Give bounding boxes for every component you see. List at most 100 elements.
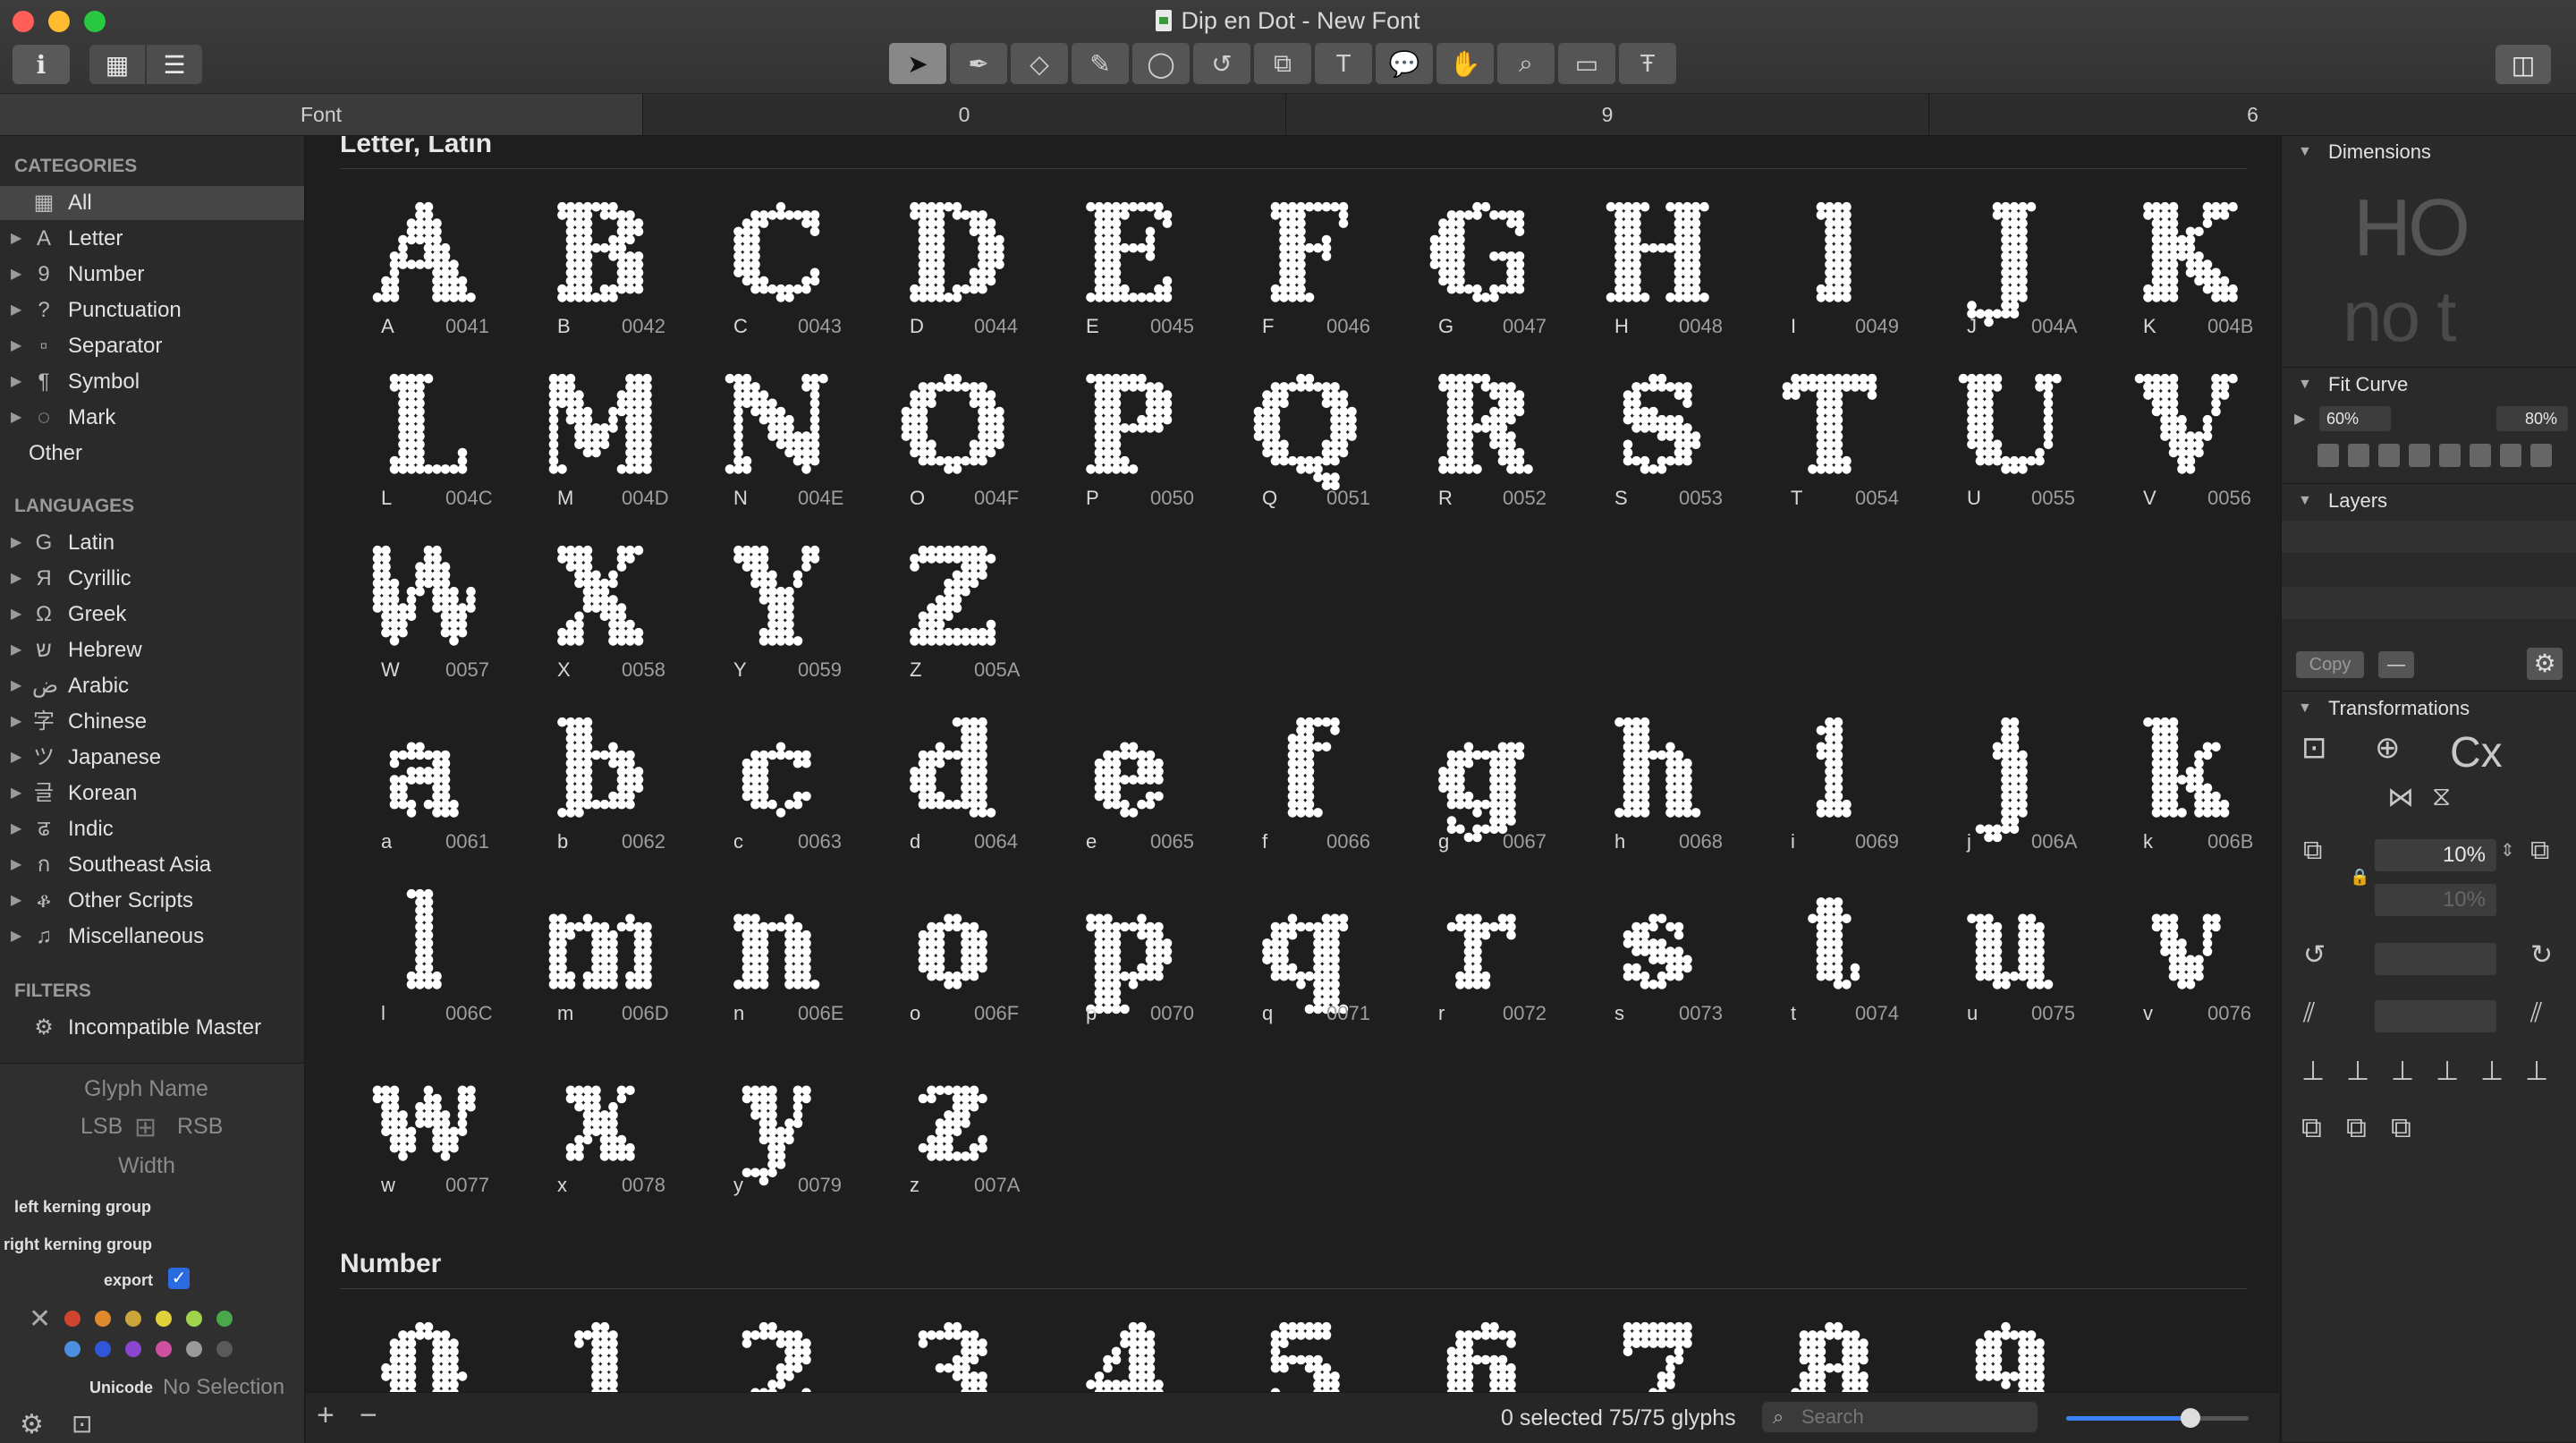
glyph-cell[interactable]: s 0073 bbox=[1573, 866, 1750, 1038]
glyph-cell[interactable]: p 0070 bbox=[1045, 866, 1221, 1038]
color-swatch[interactable] bbox=[186, 1341, 202, 1357]
glyph-cell[interactable]: r 0072 bbox=[1397, 866, 1573, 1038]
tab-6[interactable]: 6 bbox=[1929, 94, 2576, 135]
sidebar-item-all[interactable]: ▦ All bbox=[0, 186, 304, 220]
zoom-tool-button[interactable]: ⌕ bbox=[1497, 43, 1555, 84]
zoom-slider[interactable] bbox=[2066, 1408, 2249, 1428]
zoom-slider-knob[interactable] bbox=[2180, 1408, 2200, 1428]
scale-apply-icon[interactable]: ⧉ bbox=[2530, 836, 2549, 866]
glyph-cell[interactable]: c 0063 bbox=[692, 694, 869, 866]
disclosure-triangle-icon[interactable]: ▶ bbox=[11, 741, 21, 775]
glyph-cell[interactable]: E 0045 bbox=[1045, 179, 1221, 351]
disclosure-triangle-icon[interactable]: ▶ bbox=[11, 562, 21, 596]
slant-right-icon[interactable]: ⫽ bbox=[2530, 998, 2542, 1029]
glyph-cell[interactable]: m 006D bbox=[516, 866, 692, 1038]
glyph-name-field[interactable]: Glyph Name bbox=[84, 1076, 208, 1102]
glyph-cell[interactable]: X 0058 bbox=[516, 522, 692, 694]
slant-field[interactable] bbox=[2375, 1000, 2496, 1032]
export-checkbox[interactable]: ✓ bbox=[168, 1268, 190, 1289]
rotate-cw-icon[interactable]: ↻ bbox=[2530, 939, 2553, 971]
align-center-icon[interactable]: ⊥ bbox=[2346, 1056, 2369, 1087]
align-middle-icon[interactable]: ⊥ bbox=[2480, 1056, 2504, 1087]
glyph-cell[interactable]: 2 bbox=[692, 1299, 869, 1392]
glyph-cell[interactable]: K 004B bbox=[2102, 179, 2278, 351]
glyph-cell[interactable]: F 0046 bbox=[1221, 179, 1397, 351]
measure-tool-button[interactable]: ▭ bbox=[1558, 43, 1615, 84]
tab-0[interactable]: 0 bbox=[643, 94, 1286, 135]
glyph-cell[interactable]: 1 bbox=[516, 1299, 692, 1392]
glyph-cell[interactable]: n 006E bbox=[692, 866, 869, 1038]
color-swatch[interactable] bbox=[125, 1311, 141, 1327]
rsb-field[interactable]: RSB bbox=[177, 1114, 223, 1140]
sidebar-item-separator[interactable]: ▶ ▫ Separator bbox=[0, 329, 304, 363]
color-swatch[interactable] bbox=[156, 1341, 172, 1357]
slant-left-icon[interactable]: ⫽ bbox=[2303, 998, 2315, 1029]
glyph-cell[interactable]: I 0049 bbox=[1750, 179, 1926, 351]
glyph-cell[interactable]: 5 bbox=[1221, 1299, 1397, 1392]
scale-tool-button[interactable]: ⧉ bbox=[1254, 43, 1311, 84]
glyph-cell[interactable]: T 0054 bbox=[1750, 351, 1926, 522]
fit-curve-max[interactable]: 80% bbox=[2496, 406, 2568, 431]
align-right-icon[interactable]: ⊥ bbox=[2391, 1056, 2414, 1087]
align-top-icon[interactable]: ⊥ bbox=[2436, 1056, 2459, 1087]
glyph-cell[interactable]: z 007A bbox=[869, 1038, 1045, 1210]
glyph-cell[interactable]: Q 0051 bbox=[1221, 351, 1397, 522]
glyph-cell[interactable]: 9 bbox=[1926, 1299, 2102, 1392]
sidebar-item-japanese[interactable]: ▶ ツ Japanese bbox=[0, 741, 304, 775]
copy-layer-button[interactable]: Copy bbox=[2296, 651, 2364, 678]
glyph-cell[interactable]: V 0056 bbox=[2102, 351, 2278, 522]
gear-icon[interactable]: ⚙ bbox=[2527, 648, 2563, 680]
primitives-tool-button[interactable]: ◯ bbox=[1132, 43, 1190, 84]
fit-curve-header[interactable]: ▼ Fit Curve bbox=[2282, 369, 2576, 401]
scale-x-stepper[interactable]: ⇕ bbox=[2500, 839, 2515, 862]
eraser-tool-button[interactable]: ◇ bbox=[1011, 43, 1068, 84]
rotate-ccw-icon[interactable]: ↺ bbox=[2303, 939, 2326, 971]
fit-curve-preset-button[interactable] bbox=[2378, 444, 2400, 467]
width-field[interactable]: Width bbox=[118, 1153, 175, 1179]
glyph-cell[interactable]: h 0068 bbox=[1573, 694, 1750, 866]
gear-icon[interactable]: ⚙ bbox=[20, 1409, 44, 1440]
fit-curve-min[interactable]: 60% bbox=[2319, 406, 2391, 431]
glyph-cell[interactable]: t 0074 bbox=[1750, 866, 1926, 1038]
lsb-field[interactable]: LSB bbox=[80, 1114, 123, 1140]
glyph-cell[interactable]: g 0067 bbox=[1397, 694, 1573, 866]
glyph-cell[interactable]: 8 bbox=[1750, 1299, 1926, 1392]
color-swatch[interactable] bbox=[64, 1311, 80, 1327]
fit-curve-preset-button[interactable] bbox=[2348, 444, 2369, 467]
rotate-field[interactable] bbox=[2375, 943, 2496, 975]
glyph-cell[interactable]: C 0043 bbox=[692, 179, 869, 351]
grid-view-button[interactable]: ▦ bbox=[89, 45, 145, 84]
glyph-cell[interactable]: Z 005A bbox=[869, 522, 1045, 694]
glyph-cell[interactable]: y 0079 bbox=[692, 1038, 869, 1210]
add-glyph-button[interactable]: + bbox=[317, 1398, 335, 1433]
glyph-cell[interactable]: q 0071 bbox=[1221, 866, 1397, 1038]
fit-curve-preset-button[interactable] bbox=[2409, 444, 2430, 467]
transform-origin-icon[interactable]: ⊡ bbox=[2301, 730, 2327, 766]
sidebar-item-miscellaneous[interactable]: ▶ ♫ Miscellaneous bbox=[0, 920, 304, 954]
union-icon[interactable]: ⧉ bbox=[2301, 1111, 2322, 1145]
glyph-cell[interactable]: A 0041 bbox=[340, 179, 516, 351]
glyph-cell[interactable]: o 006F bbox=[869, 866, 1045, 1038]
disclosure-triangle-icon[interactable]: ▶ bbox=[11, 920, 21, 954]
search-input[interactable] bbox=[1762, 1402, 2038, 1432]
sidebar-item-letter[interactable]: ▶ A Letter bbox=[0, 222, 304, 256]
color-swatch[interactable] bbox=[95, 1341, 111, 1357]
metrics-link-icon[interactable]: ⊞ bbox=[134, 1112, 157, 1143]
glyph-cell[interactable]: Y 0059 bbox=[692, 522, 869, 694]
glyph-cell[interactable]: O 004F bbox=[869, 351, 1045, 522]
fit-curve-preset-button[interactable] bbox=[2500, 444, 2521, 467]
left-kerning-group-field[interactable]: left kerning group bbox=[14, 1198, 151, 1217]
glyph-cell[interactable]: U 0055 bbox=[1926, 351, 2102, 522]
sidebar-item-number[interactable]: ▶ 9 Number bbox=[0, 258, 304, 292]
glyph-cell[interactable]: W 0057 bbox=[340, 522, 516, 694]
glyph-cell[interactable]: k 006B bbox=[2102, 694, 2278, 866]
info-button[interactable]: ℹ bbox=[13, 45, 70, 84]
draw-tool-button[interactable]: ✒ bbox=[950, 43, 1007, 84]
lock-icon[interactable]: 🔒 bbox=[2350, 868, 2369, 887]
filter-menu-icon[interactable]: ⊡ bbox=[72, 1409, 92, 1439]
glyph-cell[interactable]: P 0050 bbox=[1045, 351, 1221, 522]
transformations-header[interactable]: ▼ Transformations bbox=[2282, 692, 2576, 725]
disclosure-triangle-icon[interactable]: ▶ bbox=[11, 329, 21, 363]
glyph-cell[interactable]: N 004E bbox=[692, 351, 869, 522]
scale-x-field[interactable]: 10% bbox=[2375, 839, 2496, 871]
